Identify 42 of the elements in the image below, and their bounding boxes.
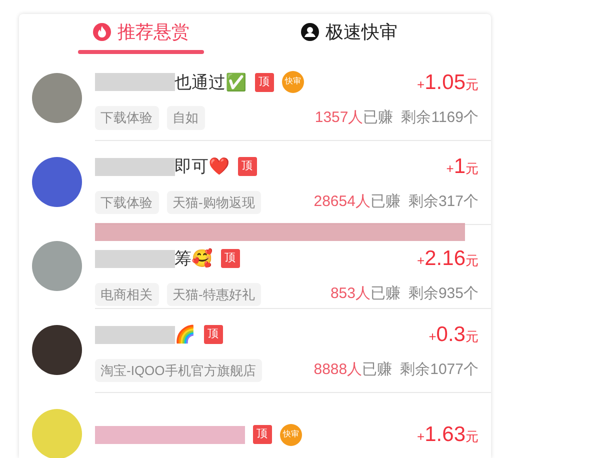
- tab[interactable]: 极速快审: [206, 14, 490, 56]
- remaining-count: 剩余1077个: [400, 360, 478, 380]
- avatar-placeholder: [32, 157, 82, 207]
- task-title: 筹🥰: [174, 247, 212, 270]
- avatar-placeholder: [32, 241, 82, 291]
- reward-amount: +0.3元: [428, 322, 478, 348]
- reward-amount: +1.63元: [417, 422, 478, 448]
- avatar-placeholder: [32, 73, 82, 123]
- tab[interactable]: 推荐悬赏: [74, 14, 206, 56]
- top-badge: 顶: [238, 157, 256, 176]
- avatar-placeholder: [32, 409, 82, 458]
- task-title: 🌈: [174, 324, 196, 346]
- remaining-count: 剩余935个: [408, 284, 478, 304]
- reward-amount: +2.16元: [417, 246, 478, 272]
- reward-amount: +1.05元: [417, 70, 478, 96]
- fast-review-badge: 快审: [282, 71, 304, 94]
- top-badge: 顶: [252, 425, 272, 444]
- category-tag: 下载体验: [94, 190, 158, 214]
- tab-label: 极速快审: [326, 20, 398, 44]
- earned-count: 28654人已赚: [314, 192, 400, 212]
- tab-label: 推荐悬赏: [118, 20, 190, 44]
- reward-amount: +1元: [446, 154, 478, 180]
- flame-icon: [92, 22, 112, 42]
- category-tag: 下载体验: [94, 106, 158, 130]
- top-badge: 顶: [220, 249, 240, 268]
- remaining-count: 剩余1169个: [401, 108, 478, 128]
- earned-count: 1357人已赚: [314, 108, 394, 128]
- top-badge: 顶: [254, 72, 274, 92]
- top-badge: 顶: [204, 325, 222, 344]
- task-title: 即可❤: [174, 156, 230, 178]
- fast-review-badge: 快审: [280, 424, 302, 446]
- remaining-count: 剩余317个: [408, 192, 478, 212]
- category-tag: 淘宝-IQOO手机官方旗舰店: [94, 358, 262, 382]
- user-icon: [300, 22, 320, 42]
- task-title: 也通过✅: [174, 72, 246, 94]
- category-tag: 天猫-特惠好礼: [166, 282, 261, 306]
- category-tag: 电商相关: [94, 282, 158, 306]
- category-tag: 自如: [166, 106, 204, 130]
- category-tag: 天猫-购物返现: [166, 190, 261, 214]
- earned-count: 8888人已赚: [314, 360, 392, 380]
- earned-count: 853人已赚: [330, 284, 400, 304]
- avatar-placeholder: [32, 325, 82, 375]
